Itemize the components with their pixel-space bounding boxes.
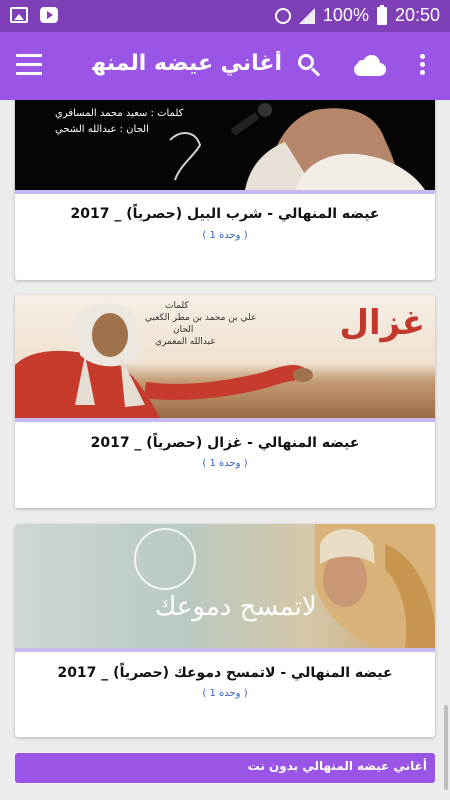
image-icon xyxy=(10,7,28,23)
menu-icon[interactable] xyxy=(16,54,42,76)
thumbnail-credit: عبدالله المعمري xyxy=(155,337,216,347)
signal-icon xyxy=(298,7,315,24)
video-title[interactable]: عيضه المنهالي - غزال (حصرياً) _ 2017 xyxy=(15,435,435,451)
divider xyxy=(15,648,435,652)
thumbnail-credit: الحان xyxy=(173,325,194,335)
video-title[interactable]: عيضه المنهالي - شرب البيل (حصرياً) _ 201… xyxy=(15,206,435,222)
thumbnail-song-name: لاتمسح دموعك xyxy=(155,592,317,622)
search-icon[interactable] xyxy=(298,54,322,78)
video-count: ( 1 وحدة ) xyxy=(202,688,248,699)
alarm-icon xyxy=(274,7,291,24)
video-thumbnail[interactable]: غزال كلمات علي بن محمد بن مطر الكعبي الح… xyxy=(15,295,435,418)
thumbnail-credit: الحان : عبدالله الشحي xyxy=(55,124,149,135)
more-vert-icon[interactable] xyxy=(417,54,427,78)
cloud-icon[interactable] xyxy=(354,54,386,76)
youtube-icon xyxy=(40,7,58,23)
video-thumbnail[interactable]: كلمات : سعيد محمد المسافري الحان : عبدال… xyxy=(15,100,435,190)
video-list[interactable]: كلمات : سعيد محمد المسافري الحان : عبدال… xyxy=(0,100,450,800)
app-bar: أغاني عيضه المنها... xyxy=(0,32,450,100)
list-item[interactable]: غزال كلمات علي بن محمد بن مطر الكعبي الح… xyxy=(15,295,435,508)
thumbnail-credit: علي بن محمد بن مطر الكعبي xyxy=(145,313,257,323)
thumbnail-credit: كلمات xyxy=(165,301,189,311)
battery-percent: 100% xyxy=(322,5,369,25)
status-bar: 100% 20:50 xyxy=(0,0,450,32)
thumbnail-song-name: غزال xyxy=(339,303,425,343)
offline-app-banner[interactable]: أغاني عيضه المنهالي بدون نت xyxy=(15,753,435,783)
divider xyxy=(15,418,435,422)
page-title: أغاني عيضه المنها... xyxy=(92,51,282,76)
video-count: ( 1 وحدة ) xyxy=(202,230,248,241)
list-item[interactable]: لاتمسح دموعك عيضه المنهالي - لاتمسح دموع… xyxy=(15,524,435,737)
scrollbar[interactable] xyxy=(444,705,448,790)
list-item[interactable]: كلمات : سعيد محمد المسافري الحان : عبدال… xyxy=(15,100,435,280)
clock: 20:50 xyxy=(394,5,440,25)
battery-icon xyxy=(376,4,387,25)
video-count: ( 1 وحدة ) xyxy=(202,458,248,469)
video-title[interactable]: عيضه المنهالي - لاتمسح دموعك (حصرياً) _ … xyxy=(15,665,435,681)
video-thumbnail[interactable]: لاتمسح دموعك xyxy=(15,524,435,648)
divider xyxy=(15,190,435,194)
thumbnail-credit: كلمات : سعيد محمد المسافري xyxy=(55,108,184,119)
